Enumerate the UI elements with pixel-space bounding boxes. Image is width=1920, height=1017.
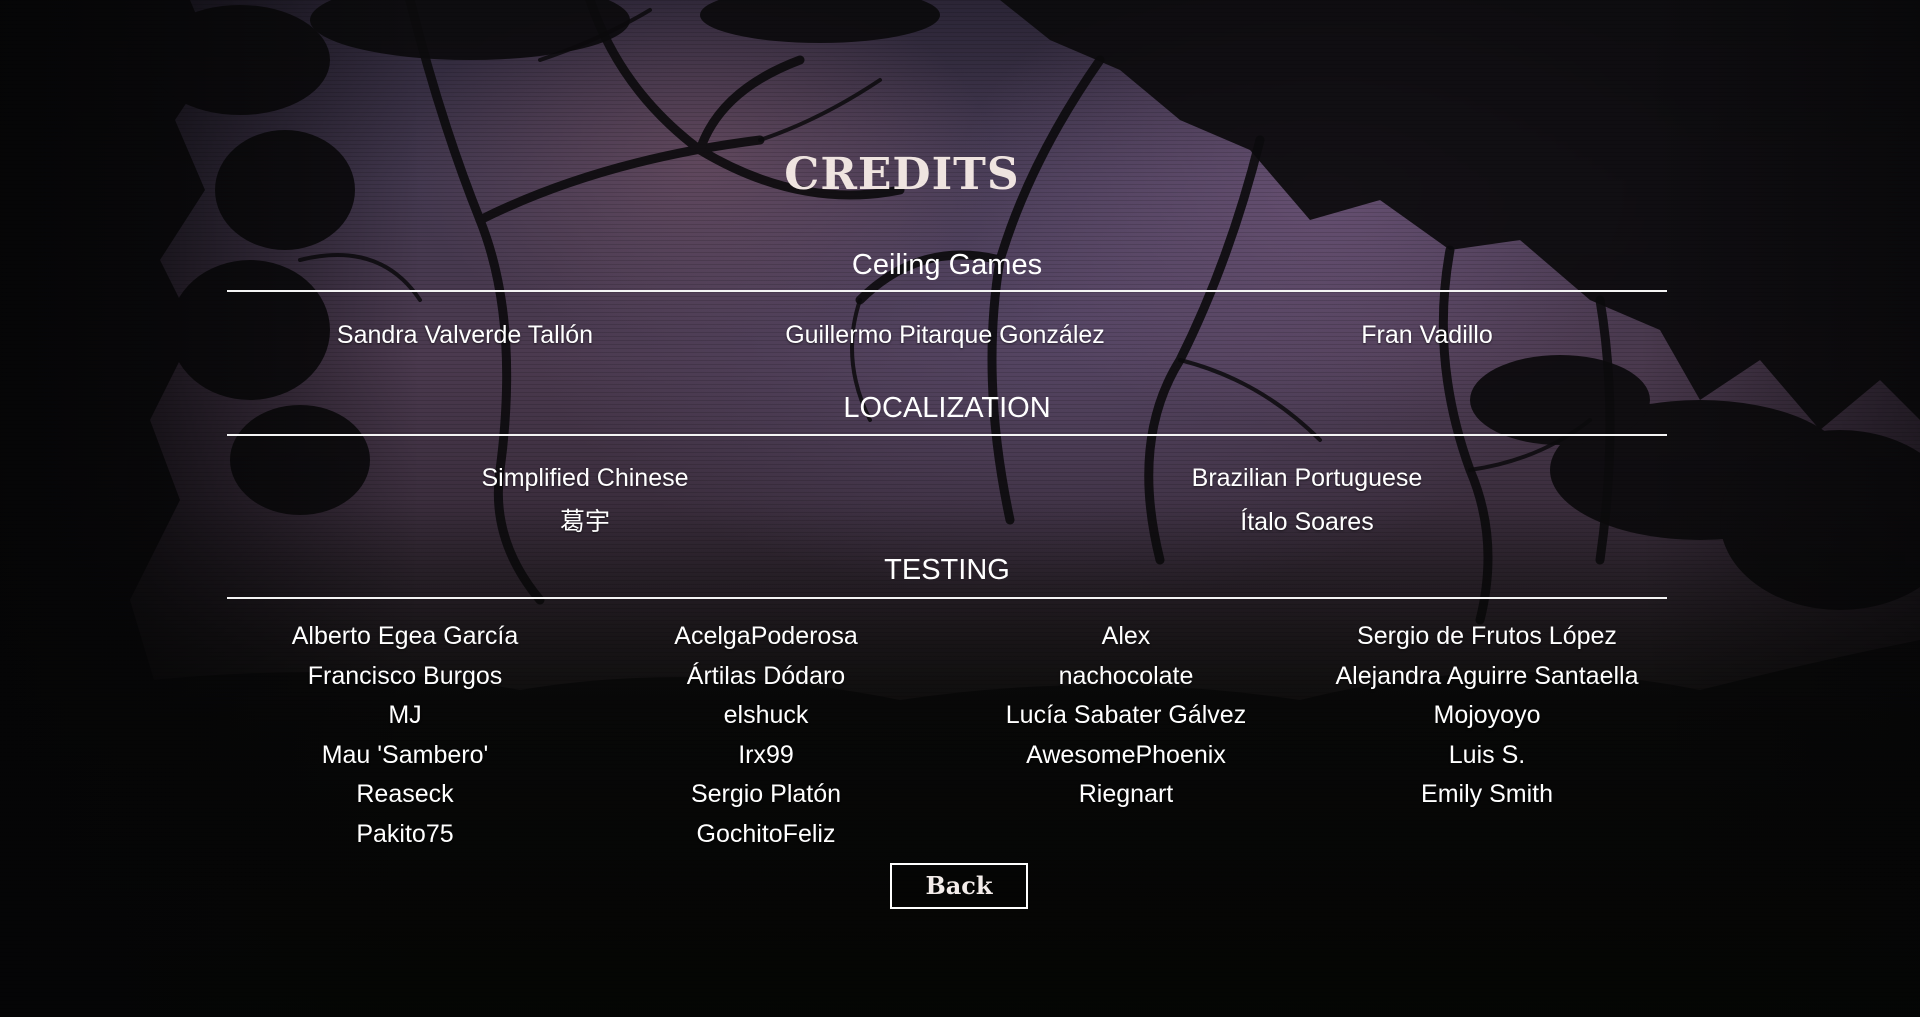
tester-name: Alejandra Aguirre Santaella xyxy=(1335,662,1639,690)
tester-name: Lucía Sabater Gálvez xyxy=(1005,701,1247,729)
tester-name: nachocolate xyxy=(1058,662,1194,690)
tester-name: Mojoyoyo xyxy=(1433,701,1541,729)
tester-name: Irx99 xyxy=(738,741,794,769)
tester-name: Ártilas Dódaro xyxy=(686,662,846,690)
tester-name: AcelgaPoderosa xyxy=(674,622,858,650)
testing-heading: TESTING xyxy=(884,554,1010,586)
localization-translator: 葛宇 xyxy=(559,508,610,536)
tester-name: elshuck xyxy=(723,701,809,729)
tester-name: Pakito75 xyxy=(356,820,454,848)
team-divider xyxy=(227,290,1667,292)
localization-divider xyxy=(227,434,1667,436)
tester-name: AwesomePhoenix xyxy=(1026,741,1226,769)
team-member: Guillermo Pitarque González xyxy=(785,321,1105,349)
tester-name: Riegnart xyxy=(1078,780,1174,808)
credits-screen: CREDITS Ceiling Games Sandra Valverde Ta… xyxy=(0,0,1920,1017)
tester-name: GochitoFeliz xyxy=(696,820,836,848)
localization-translator: Ítalo Soares xyxy=(1240,508,1374,536)
tester-name: Francisco Burgos xyxy=(307,662,503,690)
credits-title: CREDITS xyxy=(784,149,1020,200)
tester-name: Reaseck xyxy=(356,780,454,808)
localization-language: Simplified Chinese xyxy=(481,464,689,492)
tester-name: Alex xyxy=(1101,622,1151,650)
team-heading: Ceiling Games xyxy=(851,249,1043,281)
tester-name: Luis S. xyxy=(1448,741,1526,769)
tester-name: Emily Smith xyxy=(1421,780,1553,808)
tester-name: Sergio de Frutos López xyxy=(1357,622,1617,650)
tester-name: Mau 'Sambero' xyxy=(321,741,489,769)
tester-name: MJ xyxy=(388,701,422,729)
team-member: Fran Vadillo xyxy=(1361,321,1493,349)
localization-language: Brazilian Portuguese xyxy=(1191,464,1423,492)
tester-name: Sergio Platón xyxy=(690,780,842,808)
testing-divider xyxy=(227,597,1667,599)
localization-heading: LOCALIZATION xyxy=(843,392,1051,424)
back-button[interactable]: Back xyxy=(890,863,1028,909)
tester-name: Alberto Egea García xyxy=(291,622,519,650)
team-member: Sandra Valverde Tallón xyxy=(336,321,594,349)
